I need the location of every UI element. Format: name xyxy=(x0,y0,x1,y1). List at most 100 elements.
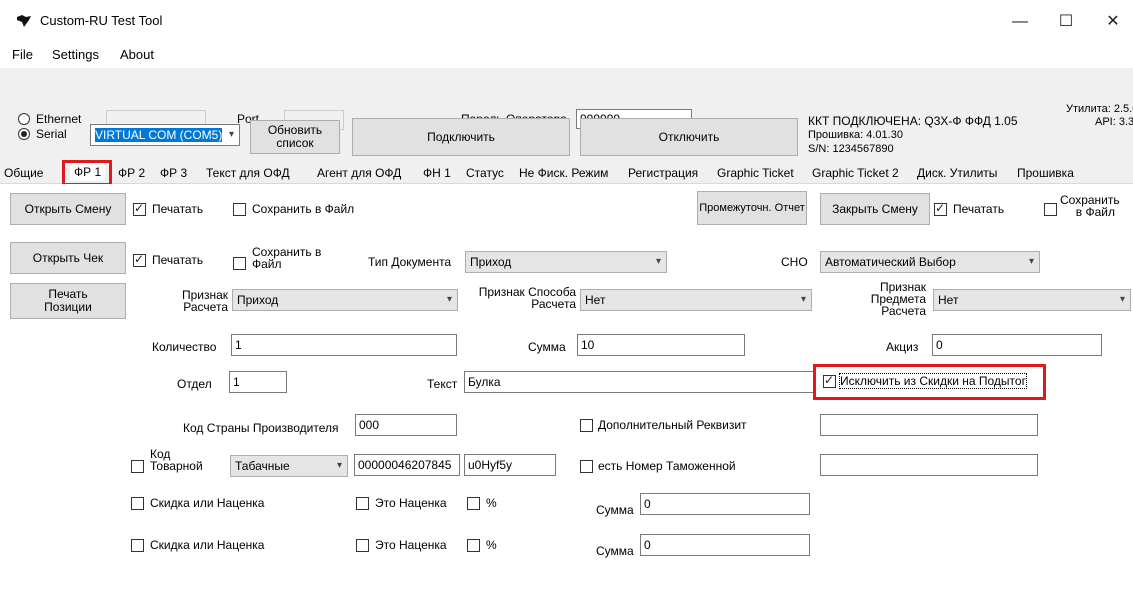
open-receipt-button[interactable]: Открыть Чек xyxy=(10,242,126,274)
app-logo-icon xyxy=(17,15,31,27)
serial-radio[interactable] xyxy=(18,128,30,140)
calc-method-select[interactable]: Нет ▾ xyxy=(580,289,812,311)
discount-checkbox-2[interactable] xyxy=(131,539,144,552)
calc-sign-label: Признак Расчета xyxy=(181,288,228,314)
chevron-down-icon: ▾ xyxy=(1119,294,1125,305)
tab-strip: Общие ФР 1 ФР 2 ФР 3 Текст для ОФД Агент… xyxy=(0,162,1133,184)
chevron-down-icon: ▾ xyxy=(446,294,452,305)
department-label: Отдел xyxy=(177,377,212,391)
serial-port-select[interactable]: VIRTUAL COM (COM5) ▾ xyxy=(90,124,240,146)
percent-checkbox-1[interactable] xyxy=(467,497,480,510)
menu-about[interactable]: About xyxy=(120,47,154,62)
highlight-tab-fr1 xyxy=(62,160,112,186)
tab-registration[interactable]: Регистрация xyxy=(628,166,698,180)
tab-fr2[interactable]: ФР 2 xyxy=(118,166,145,180)
goods-code-label: Код Товарной xyxy=(150,447,203,473)
receipt-save-label: Сохранить в Файл xyxy=(252,245,322,271)
status-line-1: ККТ ПОДКЛЮЧЕНА: Q3X-Ф ФФД 1.05 xyxy=(808,114,1018,128)
quantity-label: Количество xyxy=(152,340,217,354)
status-line-3: S/N: 1234567890 xyxy=(808,143,894,155)
refresh-list-button[interactable]: Обновить список xyxy=(250,120,340,154)
doc-type-label: Тип Документа xyxy=(368,255,452,269)
ethernet-label: Ethernet xyxy=(36,112,82,126)
tab-firmware[interactable]: Прошивка xyxy=(1017,166,1074,180)
minimize-button[interactable]: — xyxy=(997,8,1043,36)
department-input[interactable] xyxy=(229,371,287,393)
customs-label: есть Номер Таможенной xyxy=(598,459,736,473)
discount-sum-input-1[interactable] xyxy=(640,493,810,515)
serial-label: Serial xyxy=(36,127,67,141)
tab-status[interactable]: Статус xyxy=(466,166,504,180)
chevron-down-icon: ▾ xyxy=(228,129,234,140)
percent-label-1: % xyxy=(486,496,497,510)
tab-ofd-agent[interactable]: Агент для ОФД xyxy=(317,166,401,180)
chevron-down-icon: ▾ xyxy=(800,294,806,305)
close-shift-button[interactable]: Закрыть Смену xyxy=(820,193,930,225)
tab-fn1[interactable]: ФН 1 xyxy=(423,166,451,180)
menu-file[interactable]: File xyxy=(12,47,33,62)
tab-graphic-ticket[interactable]: Graphic Ticket xyxy=(717,166,794,180)
connect-button[interactable]: Подключить xyxy=(352,118,570,156)
text-input[interactable] xyxy=(464,371,814,393)
utility-version: Утилита: 2.5.0. xyxy=(1066,103,1133,115)
markup-checkbox-2[interactable] xyxy=(356,539,369,552)
shift-print-label: Печатать xyxy=(152,202,204,216)
goods-code-input[interactable] xyxy=(354,454,460,476)
menu-settings[interactable]: Settings xyxy=(52,47,99,62)
quantity-input[interactable] xyxy=(231,334,457,356)
country-code-input[interactable] xyxy=(355,414,457,436)
tab-general[interactable]: Общие xyxy=(4,166,43,180)
tab-fr3[interactable]: ФР 3 xyxy=(160,166,187,180)
sno-label: СНО xyxy=(781,255,808,269)
goods-serial-input[interactable] xyxy=(464,454,556,476)
status-line-2: Прошивка: 4.01.30 xyxy=(808,129,903,141)
discount-checkbox-1[interactable] xyxy=(131,497,144,510)
additional-req-input[interactable] xyxy=(820,414,1038,436)
maximize-button[interactable]: ☐ xyxy=(1043,8,1089,36)
tab-ofd-text[interactable]: Текст для ОФД xyxy=(206,166,290,180)
shift-save-checkbox[interactable] xyxy=(233,203,246,216)
markup-checkbox-1[interactable] xyxy=(356,497,369,510)
discount-label-2: Скидка или Наценка xyxy=(150,538,265,552)
goods-type-select[interactable]: Табачные ▾ xyxy=(230,455,348,477)
discount-sum-input-2[interactable] xyxy=(640,534,810,556)
close-button[interactable]: ✕ xyxy=(1090,8,1133,36)
ethernet-radio[interactable] xyxy=(18,113,30,125)
percent-checkbox-2[interactable] xyxy=(467,539,480,552)
tab-disk-utilities[interactable]: Диск. Утилиты xyxy=(917,166,997,180)
customs-input[interactable] xyxy=(820,454,1038,476)
sum-input[interactable] xyxy=(577,334,745,356)
discount-sum-label-1: Сумма xyxy=(596,503,634,517)
sno-select[interactable]: Автоматический Выбор ▾ xyxy=(820,251,1040,273)
open-shift-button[interactable]: Открыть Смену xyxy=(10,193,126,225)
customs-checkbox[interactable] xyxy=(580,460,593,473)
subject-sign-select[interactable]: Нет ▾ xyxy=(933,289,1131,311)
additional-req-checkbox[interactable] xyxy=(580,419,593,432)
tab-graphic-ticket-2[interactable]: Graphic Ticket 2 xyxy=(812,166,899,180)
close-shift-save-checkbox[interactable] xyxy=(1044,203,1057,216)
tab-non-fiscal[interactable]: Не Фиск. Режим xyxy=(519,166,608,180)
doc-type-select[interactable]: Приход ▾ xyxy=(465,251,667,273)
receipt-save-checkbox[interactable] xyxy=(233,257,246,270)
chevron-down-icon: ▾ xyxy=(655,256,661,267)
menu-bar: File Settings About xyxy=(0,42,1133,68)
interim-report-button[interactable]: Промежуточн. Отчет xyxy=(697,191,807,225)
country-code-label: Код Страны Производителя xyxy=(183,421,339,435)
shift-save-label: Сохранить в Файл xyxy=(252,202,355,216)
shift-print-checkbox[interactable] xyxy=(133,201,146,216)
markup-label-1: Это Наценка xyxy=(375,496,447,510)
receipt-print-checkbox[interactable] xyxy=(133,252,146,267)
title-bar: Custom-RU Test Tool — ☐ ✕ xyxy=(0,0,1133,42)
chevron-down-icon: ▾ xyxy=(336,460,342,471)
goods-code-checkbox[interactable] xyxy=(131,460,144,473)
highlight-exclude-discount xyxy=(813,364,1046,400)
excise-input[interactable] xyxy=(932,334,1102,356)
print-position-button[interactable]: Печать Позиции xyxy=(10,283,126,319)
text-label: Текст xyxy=(427,377,458,391)
close-shift-print-checkbox[interactable] xyxy=(934,201,947,216)
api-version: API: 3.3.0. xyxy=(1095,116,1133,128)
disconnect-button[interactable]: Отключить xyxy=(580,118,798,156)
discount-label-1: Скидка или Наценка xyxy=(150,496,265,510)
percent-label-2: % xyxy=(486,538,497,552)
calc-sign-select[interactable]: Приход ▾ xyxy=(232,289,458,311)
